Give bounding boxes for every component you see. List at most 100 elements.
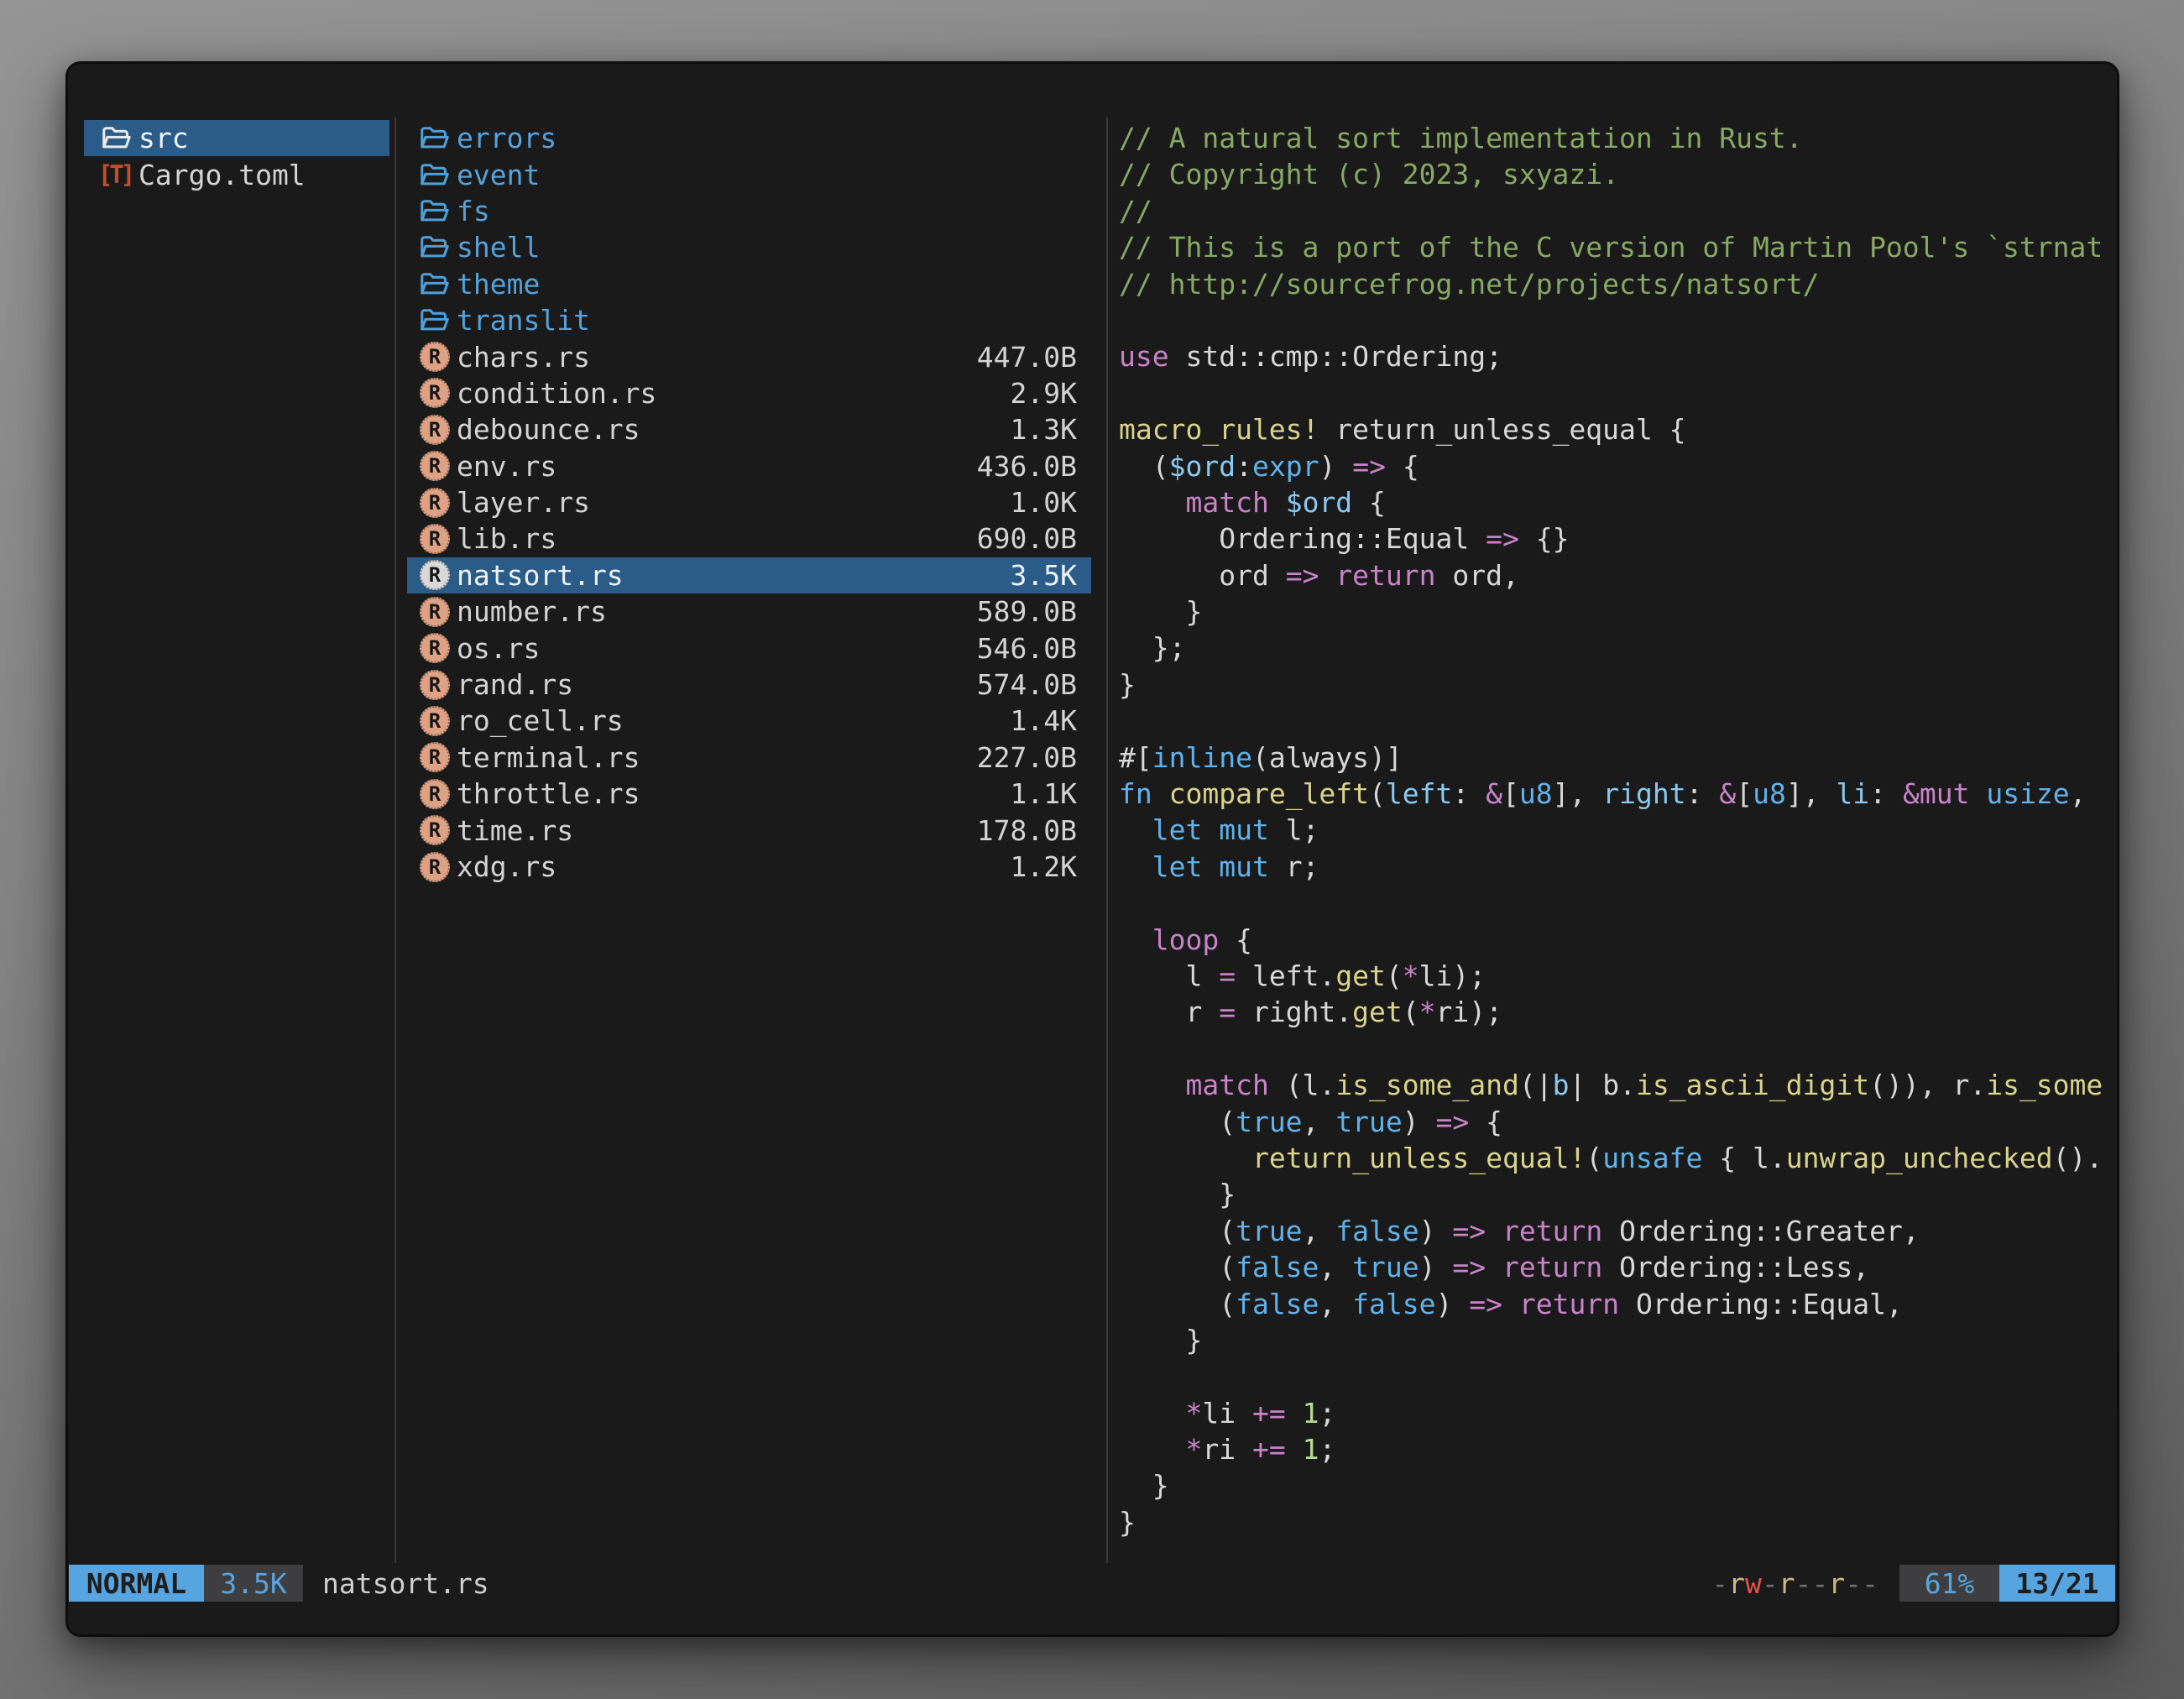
entry-label: number.rs <box>457 595 607 628</box>
entry-label: errors <box>457 122 556 154</box>
file-row[interactable]: [T]Cargo.toml <box>84 156 389 192</box>
file-row[interactable]: Rro_cell.rs1.4K <box>407 703 1091 739</box>
entry-size: 1.2K <box>1011 850 1077 883</box>
code-line: ($ord:expr) => { <box>1119 448 2117 484</box>
code-line: } <box>1119 1467 2117 1503</box>
code-line: // http://sourcefrog.net/projects/natsor… <box>1119 266 2117 302</box>
entry-label: xdg.rs <box>457 850 556 883</box>
file-row[interactable]: Ros.rs546.0B <box>407 630 1091 666</box>
file-row[interactable]: Rtime.rs178.0B <box>407 812 1091 848</box>
entry-size: 690.0B <box>977 522 1077 555</box>
entry-label: os.rs <box>457 632 540 665</box>
rust-file-icon: R <box>420 451 450 481</box>
entry-label: ro_cell.rs <box>457 704 624 737</box>
cursor-position-badge: 13/21 <box>1999 1565 2115 1602</box>
code-line: // Copyright (c) 2023, sxyazi. <box>1119 156 2117 192</box>
file-row[interactable]: Rrand.rs574.0B <box>407 667 1091 703</box>
entry-label: src <box>138 122 189 154</box>
permission-char: - <box>1762 1567 1779 1600</box>
entry-label: theme <box>457 268 540 301</box>
code-line: *li += 1; <box>1119 1395 2117 1431</box>
terminal-window: src[T]Cargo.toml errors eventfsshelltheme… <box>65 61 2119 1637</box>
status-filename: natsort.rs <box>322 1565 489 1602</box>
file-row[interactable]: Rlayer.rs1.0K <box>407 484 1091 520</box>
folder-row[interactable]: fs <box>407 193 1091 229</box>
folder-open-icon <box>102 125 132 151</box>
code-line: (true, true) => { <box>1119 1104 2117 1140</box>
entry-size: 178.0B <box>977 814 1077 847</box>
entry-size: 447.0B <box>977 341 1077 374</box>
folder-row[interactable]: src <box>84 120 389 156</box>
file-row[interactable]: Rthrottle.rs 1.1K <box>407 776 1091 812</box>
entry-size: 589.0B <box>977 595 1077 628</box>
rust-file-icon: R <box>420 524 450 554</box>
folder-row[interactable]: event <box>407 156 1091 192</box>
rust-file-icon: R <box>420 560 450 590</box>
rust-file-icon: R <box>420 706 450 736</box>
permission-char: - <box>1845 1567 1862 1600</box>
file-row[interactable]: Rlib.rs690.0B <box>407 520 1091 557</box>
entry-label: debounce.rs <box>457 413 640 446</box>
entry-label: condition.rs <box>457 377 656 410</box>
entry-label: time.rs <box>457 814 573 847</box>
code-line: ord => return ord, <box>1119 557 2117 593</box>
entry-label: throttle.rs <box>457 777 640 810</box>
file-manager-panes: src[T]Cargo.toml errors eventfsshelltheme… <box>68 64 2117 1565</box>
folder-row[interactable]: theme <box>407 266 1091 302</box>
entry-label: event <box>457 159 540 191</box>
rust-file-icon: R <box>420 670 450 700</box>
folder-open-icon <box>420 307 450 333</box>
code-line: }; <box>1119 630 2117 666</box>
file-size-badge: 3.5K <box>204 1565 303 1602</box>
code-line: use std::cmp::Ordering; <box>1119 338 2117 374</box>
file-row[interactable]: Rchars.rs447.0B <box>407 338 1091 374</box>
code-line: *ri += 1; <box>1119 1431 2117 1467</box>
code-line <box>1119 375 2117 411</box>
rust-file-icon: R <box>420 852 450 882</box>
code-line: } <box>1119 667 2117 703</box>
code-line: (false, false) => return Ordering::Equal… <box>1119 1286 2117 1322</box>
file-row[interactable]: Rdebounce.rs1.3K <box>407 411 1091 447</box>
toml-file-icon: [T] <box>102 160 132 189</box>
folder-row[interactable]: errors <box>407 120 1091 156</box>
code-line <box>1119 302 2117 338</box>
file-row[interactable]: Rxdg.rs 1.2K <box>407 849 1091 885</box>
file-row[interactable]: Rcondition.rs2.9K <box>407 375 1091 411</box>
code-line: return_unless_equal!(unsafe { l.unwrap_u… <box>1119 1140 2117 1176</box>
file-row[interactable]: Rterminal.rs227.0B <box>407 740 1091 776</box>
code-line <box>1119 1358 2117 1394</box>
preview-panel: // A natural sort implementation in Rust… <box>1108 64 2117 1565</box>
code-line: // <box>1119 193 2117 229</box>
folder-open-icon <box>420 125 450 151</box>
code-line: } <box>1119 1322 2117 1358</box>
entry-label: rand.rs <box>457 668 573 701</box>
permission-char: - <box>1711 1567 1728 1600</box>
status-spacer <box>489 1565 1712 1602</box>
permission-char: - <box>1862 1567 1878 1600</box>
entry-size: 1.0K <box>1011 486 1077 519</box>
entry-label: natsort.rs <box>457 559 624 592</box>
entry-size: 1.3K <box>1011 413 1077 446</box>
file-row[interactable]: Rnatsort.rs3.5K <box>407 557 1091 593</box>
file-row[interactable]: Renv.rs436.0B <box>407 448 1091 484</box>
entry-label: chars.rs <box>457 341 590 374</box>
folder-row[interactable]: shell <box>407 229 1091 265</box>
code-line: loop { <box>1119 922 2117 958</box>
entry-label: env.rs <box>457 450 556 483</box>
rust-file-icon: R <box>420 742 450 772</box>
permission-char: r <box>1828 1567 1845 1600</box>
entry-size: 546.0B <box>977 632 1077 665</box>
file-row[interactable]: Rnumber.rs589.0B <box>407 593 1091 630</box>
code-line <box>1119 885 2117 921</box>
entry-label: translit <box>457 304 590 337</box>
code-line: (false, true) => return Ordering::Less, <box>1119 1249 2117 1285</box>
folder-open-icon <box>420 162 450 188</box>
rust-file-icon: R <box>420 779 450 809</box>
scroll-percent-badge: 61% <box>1899 1565 1999 1602</box>
code-line: Ordering::Equal => {} <box>1119 520 2117 557</box>
permission-char: w <box>1745 1567 1762 1600</box>
entry-label: Cargo.toml <box>138 159 306 191</box>
code-line: match (l.is_some_and(|b| b.is_ascii_digi… <box>1119 1067 2117 1103</box>
folder-row[interactable]: translit <box>407 302 1091 338</box>
entry-size: 1.1K <box>1011 777 1077 810</box>
